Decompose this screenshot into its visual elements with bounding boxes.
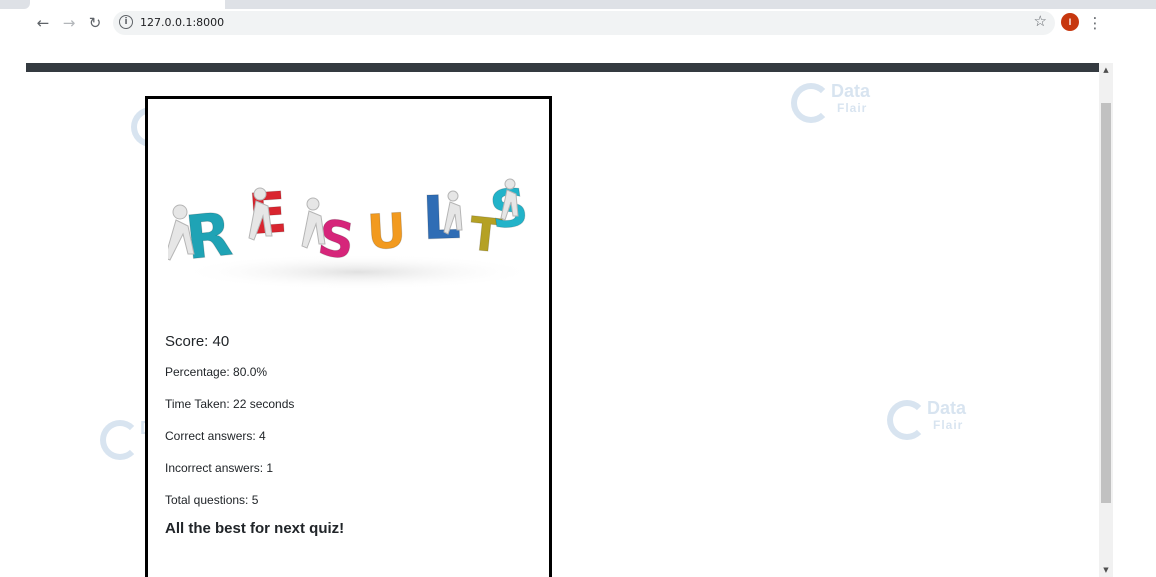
back-button[interactable]: ← [32, 12, 54, 34]
banner-letter: U [366, 203, 408, 261]
vertical-scrollbar[interactable]: ▲ ▼ [1099, 63, 1113, 577]
results-card: RESULTS Score: 40 Percentage: 80.0% Time… [145, 96, 552, 577]
watermark-flair-text: Flair [933, 418, 964, 432]
closing-message: All the best for next quiz! [165, 520, 345, 537]
url-text[interactable]: 127.0.0.1:8000 [140, 16, 224, 29]
active-tab[interactable] [0, 0, 30, 9]
tab-bar-background [225, 0, 1156, 9]
arrow-left-icon: ← [36, 14, 50, 32]
profile-avatar[interactable]: I [1061, 13, 1079, 31]
watermark-flair-text: Flair [837, 101, 868, 115]
total-questions-text: Total questions: 5 [165, 493, 259, 507]
forward-button[interactable]: → [58, 12, 80, 34]
watermark-logo: Data Flair [887, 398, 977, 442]
correct-answers-text: Correct answers: 4 [165, 429, 266, 443]
results-banner-image: RESULTS [168, 177, 538, 290]
bookmark-star-icon[interactable]: ☆ [1034, 12, 1047, 30]
info-icon[interactable]: i [119, 15, 133, 29]
watermark-data-text: Data [831, 81, 871, 101]
address-bar[interactable]: i 127.0.0.1:8000 ☆ [113, 11, 1055, 35]
incorrect-answers-text: Incorrect answers: 1 [165, 461, 274, 475]
browser-toolbar: ← → ↻ i 127.0.0.1:8000 ☆ I ⋮ [0, 9, 1156, 37]
page-viewport: Data Flair Data Flair Data Flair Data Fl… [26, 63, 1113, 577]
scrollbar-thumb[interactable] [1101, 103, 1111, 503]
browser-menu-icon[interactable]: ⋮ [1087, 12, 1103, 34]
reload-icon: ↻ [88, 14, 102, 32]
watermark-icon [791, 83, 831, 123]
watermark-icon [100, 420, 140, 460]
score-heading: Score: 40 [165, 333, 230, 350]
watermark-icon [887, 400, 927, 440]
scroll-down-arrow-icon[interactable]: ▼ [1099, 563, 1113, 577]
percentage-text: Percentage: 80.0% [165, 365, 268, 379]
reload-button[interactable]: ↻ [84, 12, 106, 34]
scroll-up-arrow-icon[interactable]: ▲ [1099, 63, 1113, 77]
page-navbar [26, 63, 1099, 72]
arrow-right-icon: → [62, 14, 76, 32]
tab-strip [0, 0, 1156, 9]
time-taken-text: Time Taken: 22 seconds [165, 397, 295, 411]
watermark-data-text: Data [927, 398, 967, 418]
watermark-logo: Data Flair [791, 81, 881, 125]
